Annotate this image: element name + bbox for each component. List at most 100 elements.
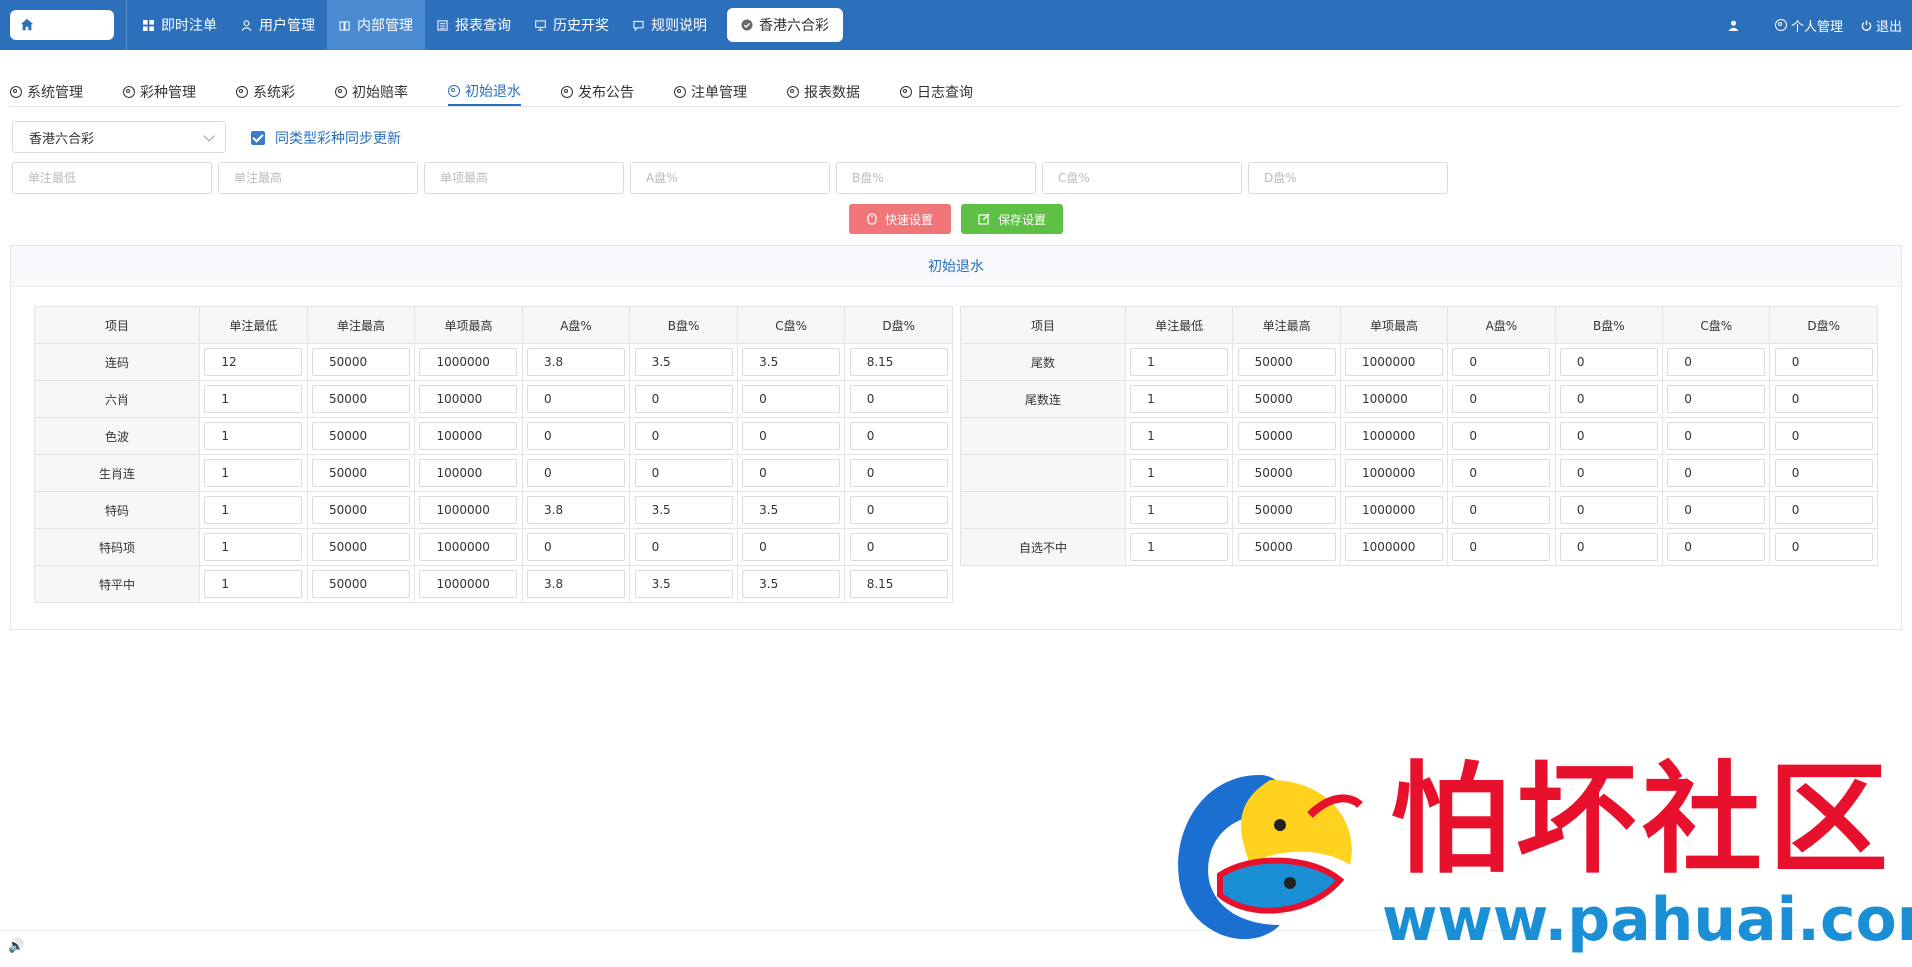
value-input[interactable] xyxy=(311,533,410,561)
value-input[interactable] xyxy=(204,459,303,487)
lottery-select[interactable]: 香港六合彩 xyxy=(12,121,226,153)
value-input[interactable] xyxy=(1667,496,1766,524)
value-input[interactable] xyxy=(1237,496,1336,524)
value-input[interactable] xyxy=(1237,385,1336,413)
value-input[interactable] xyxy=(527,570,626,598)
value-input[interactable] xyxy=(849,385,948,413)
value-input[interactable] xyxy=(742,385,841,413)
value-input[interactable] xyxy=(419,385,518,413)
value-input[interactable] xyxy=(1237,533,1336,561)
value-input[interactable] xyxy=(634,459,733,487)
quick-input-5[interactable] xyxy=(1042,162,1242,194)
quick-input-0[interactable] xyxy=(12,162,212,194)
value-input[interactable] xyxy=(742,533,841,561)
tab-4[interactable]: 初始退水 xyxy=(448,78,521,106)
value-input[interactable] xyxy=(419,348,518,376)
value-input[interactable] xyxy=(849,422,948,450)
value-input[interactable] xyxy=(1559,459,1658,487)
value-input[interactable] xyxy=(419,459,518,487)
home-button[interactable] xyxy=(10,10,114,40)
value-input[interactable] xyxy=(1452,533,1551,561)
tab-6[interactable]: 注单管理 xyxy=(674,78,747,106)
value-input[interactable] xyxy=(742,348,841,376)
value-input[interactable] xyxy=(204,348,303,376)
value-input[interactable] xyxy=(1774,459,1873,487)
tab-0[interactable]: 系统管理 xyxy=(10,78,83,106)
value-input[interactable] xyxy=(311,459,410,487)
value-input[interactable] xyxy=(527,348,626,376)
tab-8[interactable]: 日志查询 xyxy=(900,78,973,106)
value-input[interactable] xyxy=(1667,533,1766,561)
value-input[interactable] xyxy=(1130,533,1229,561)
value-input[interactable] xyxy=(1774,496,1873,524)
value-input[interactable] xyxy=(311,422,410,450)
value-input[interactable] xyxy=(1237,459,1336,487)
nav-item-0[interactable]: 即时注单 xyxy=(131,0,229,50)
tab-2[interactable]: 系统彩 xyxy=(236,78,295,106)
logout-link[interactable]: 退出 xyxy=(1861,16,1902,35)
value-input[interactable] xyxy=(1130,496,1229,524)
value-input[interactable] xyxy=(1774,348,1873,376)
value-input[interactable] xyxy=(1130,459,1229,487)
value-input[interactable] xyxy=(311,385,410,413)
tab-5[interactable]: 发布公告 xyxy=(561,78,634,106)
value-input[interactable] xyxy=(419,422,518,450)
value-input[interactable] xyxy=(1344,348,1443,376)
value-input[interactable] xyxy=(1559,348,1658,376)
value-input[interactable] xyxy=(1559,496,1658,524)
value-input[interactable] xyxy=(311,348,410,376)
value-input[interactable] xyxy=(634,496,733,524)
value-input[interactable] xyxy=(1130,422,1229,450)
nav-item-5[interactable]: 规则说明 xyxy=(621,0,719,50)
value-input[interactable] xyxy=(742,459,841,487)
value-input[interactable] xyxy=(1344,496,1443,524)
profile-link[interactable]: 个人管理 xyxy=(1774,16,1843,35)
value-input[interactable] xyxy=(742,570,841,598)
tab-3[interactable]: 初始赔率 xyxy=(335,78,408,106)
quick-input-1[interactable] xyxy=(218,162,418,194)
value-input[interactable] xyxy=(311,496,410,524)
value-input[interactable] xyxy=(311,570,410,598)
value-input[interactable] xyxy=(1774,385,1873,413)
value-input[interactable] xyxy=(1452,385,1551,413)
value-input[interactable] xyxy=(204,496,303,524)
value-input[interactable] xyxy=(1452,348,1551,376)
value-input[interactable] xyxy=(1130,348,1229,376)
value-input[interactable] xyxy=(1667,348,1766,376)
quick-input-3[interactable] xyxy=(630,162,830,194)
value-input[interactable] xyxy=(1344,459,1443,487)
nav-item-4[interactable]: 历史开奖 xyxy=(523,0,621,50)
value-input[interactable] xyxy=(849,496,948,524)
value-input[interactable] xyxy=(419,533,518,561)
value-input[interactable] xyxy=(527,459,626,487)
value-input[interactable] xyxy=(634,570,733,598)
value-input[interactable] xyxy=(419,570,518,598)
value-input[interactable] xyxy=(634,533,733,561)
value-input[interactable] xyxy=(1130,385,1229,413)
value-input[interactable] xyxy=(742,422,841,450)
sync-checkbox[interactable] xyxy=(251,131,265,145)
value-input[interactable] xyxy=(1667,385,1766,413)
value-input[interactable] xyxy=(1774,533,1873,561)
value-input[interactable] xyxy=(419,496,518,524)
value-input[interactable] xyxy=(1559,385,1658,413)
sync-checkbox-row[interactable]: 同类型彩种同步更新 xyxy=(251,128,401,148)
value-input[interactable] xyxy=(527,496,626,524)
tab-1[interactable]: 彩种管理 xyxy=(123,78,196,106)
value-input[interactable] xyxy=(849,348,948,376)
value-input[interactable] xyxy=(204,385,303,413)
value-input[interactable] xyxy=(1559,533,1658,561)
value-input[interactable] xyxy=(1344,422,1443,450)
lottery-pill[interactable]: 香港六合彩 xyxy=(727,8,843,42)
user-account[interactable] xyxy=(1728,20,1757,31)
value-input[interactable] xyxy=(634,422,733,450)
save-settings-button[interactable]: 保存设置 xyxy=(961,204,1063,234)
quick-input-6[interactable] xyxy=(1248,162,1448,194)
value-input[interactable] xyxy=(1452,422,1551,450)
value-input[interactable] xyxy=(849,533,948,561)
value-input[interactable] xyxy=(742,496,841,524)
value-input[interactable] xyxy=(1452,459,1551,487)
value-input[interactable] xyxy=(1667,422,1766,450)
value-input[interactable] xyxy=(527,533,626,561)
value-input[interactable] xyxy=(1344,385,1443,413)
